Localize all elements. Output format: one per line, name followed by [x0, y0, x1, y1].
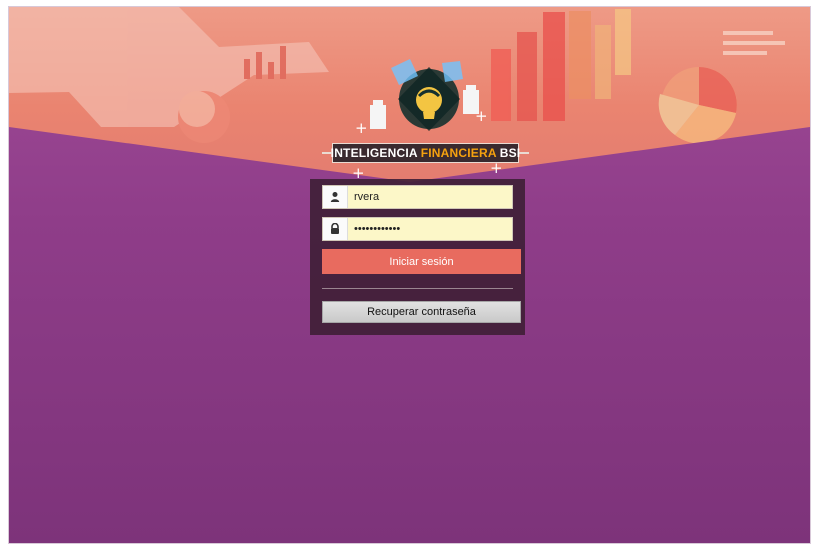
password-input[interactable] — [348, 218, 512, 240]
form-divider — [322, 288, 513, 289]
username-input[interactable] — [348, 186, 512, 208]
login-button[interactable]: Iniciar sesión — [322, 249, 521, 274]
password-field[interactable] — [322, 217, 513, 241]
svg-text:+: + — [355, 119, 368, 137]
brand-logo-text-left: INTELIGENCIA — [330, 146, 418, 160]
recover-password-button[interactable]: Recuperar contraseña — [322, 301, 521, 323]
login-panel: Iniciar sesión Recuperar contraseña — [310, 179, 525, 335]
login-page: + + + + INTELIGENCIA FINANCIERA BSI rver… — [8, 6, 811, 544]
username-field[interactable] — [322, 185, 513, 209]
finance-lightbulb-logo-icon: + + + + — [352, 59, 503, 182]
svg-text:+: + — [475, 107, 488, 125]
brand-logo-banner: INTELIGENCIA FINANCIERA BSI — [322, 143, 529, 163]
user-icon — [323, 186, 348, 208]
brand-logo-text-highlight: FINANCIERA — [420, 146, 497, 160]
brand-logo-text-right: BSI — [499, 146, 521, 160]
lock-icon — [323, 218, 348, 240]
